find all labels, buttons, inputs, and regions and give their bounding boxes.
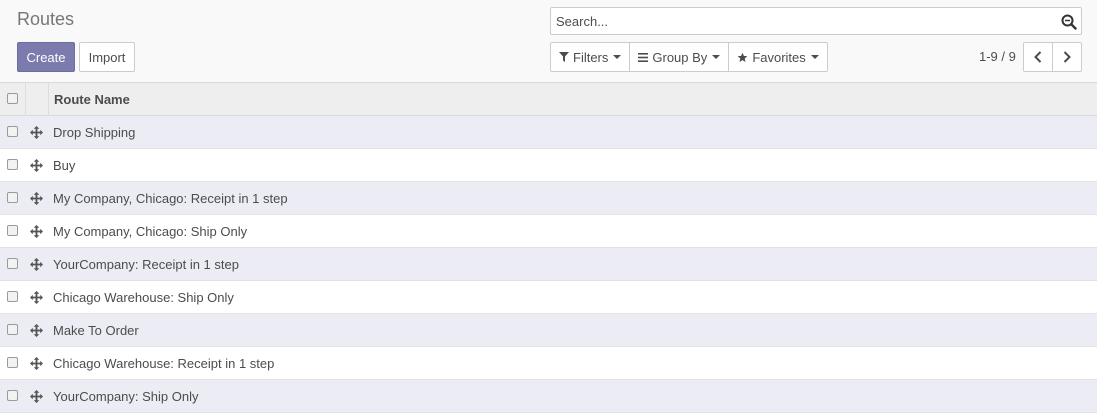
favorites-dropdown[interactable]: Favorites bbox=[728, 42, 828, 72]
route-name-cell: My Company, Chicago: Receipt in 1 step bbox=[53, 191, 288, 206]
table-row[interactable]: Chicago Warehouse: Ship Only bbox=[0, 281, 1097, 314]
search-icon[interactable] bbox=[1061, 14, 1077, 30]
route-name-cell: Drop Shipping bbox=[53, 125, 136, 140]
routes-list: Route Name Drop Shipping Buy My Company, C… bbox=[0, 82, 1097, 413]
handle-column-header bbox=[25, 83, 49, 116]
control-panel: Routes Create Import Filters Group By bbox=[0, 0, 1097, 82]
table-row[interactable]: YourCompany: Receipt in 1 step bbox=[0, 248, 1097, 281]
row-checkbox[interactable] bbox=[7, 126, 18, 137]
table-row[interactable]: Make To Order bbox=[0, 314, 1097, 347]
drag-handle-icon[interactable] bbox=[30, 159, 43, 172]
pager-next-button[interactable] bbox=[1052, 42, 1082, 72]
favorites-label: Favorites bbox=[752, 49, 806, 65]
filters-dropdown[interactable]: Filters bbox=[550, 42, 631, 72]
table-row[interactable]: YourCompany: Ship Only bbox=[0, 380, 1097, 413]
row-checkbox[interactable] bbox=[7, 258, 18, 269]
list-body: Drop Shipping Buy My Company, Chicago: Rec… bbox=[0, 116, 1097, 413]
route-name-column-header[interactable]: Route Name bbox=[54, 92, 130, 107]
pager-value[interactable]: 1-9 / 9 bbox=[979, 49, 1016, 64]
row-checkbox[interactable] bbox=[7, 324, 18, 335]
page-title: Routes bbox=[17, 9, 75, 29]
route-name-cell: Chicago Warehouse: Receipt in 1 step bbox=[53, 356, 275, 371]
table-row[interactable]: My Company, Chicago: Receipt in 1 step bbox=[0, 182, 1097, 215]
drag-handle-icon[interactable] bbox=[30, 258, 43, 271]
filters-label: Filters bbox=[573, 49, 609, 65]
drag-handle-icon[interactable] bbox=[30, 390, 43, 403]
drag-handle-icon[interactable] bbox=[30, 225, 43, 238]
search-box bbox=[550, 7, 1082, 35]
drag-handle-icon[interactable] bbox=[30, 324, 43, 337]
star-icon bbox=[738, 52, 748, 62]
route-name-cell: YourCompany: Receipt in 1 step bbox=[53, 257, 239, 272]
drag-handle-icon[interactable] bbox=[30, 126, 43, 139]
import-button[interactable]: Import bbox=[79, 42, 135, 72]
funnel-icon bbox=[559, 52, 569, 62]
drag-handle-icon[interactable] bbox=[30, 357, 43, 370]
caret-down-icon bbox=[712, 55, 721, 59]
route-name-cell: YourCompany: Ship Only bbox=[53, 389, 199, 404]
search-input[interactable] bbox=[551, 8, 1056, 34]
search-options: Filters Group By Favorites bbox=[550, 42, 828, 72]
caret-down-icon bbox=[613, 55, 622, 59]
drag-handle-icon[interactable] bbox=[30, 291, 43, 304]
drag-handle-icon[interactable] bbox=[30, 192, 43, 205]
table-row[interactable]: Buy bbox=[0, 149, 1097, 182]
route-name-cell: My Company, Chicago: Ship Only bbox=[53, 224, 248, 239]
list-header: Route Name bbox=[0, 83, 1097, 116]
row-checkbox[interactable] bbox=[7, 291, 18, 302]
row-checkbox[interactable] bbox=[7, 357, 18, 368]
table-row[interactable]: My Company, Chicago: Ship Only bbox=[0, 215, 1097, 248]
chevron-right-icon bbox=[1063, 51, 1071, 63]
row-checkbox[interactable] bbox=[7, 192, 18, 203]
select-all-checkbox[interactable] bbox=[7, 93, 18, 104]
route-name-cell: Chicago Warehouse: Ship Only bbox=[53, 290, 234, 305]
caret-down-icon bbox=[810, 55, 819, 59]
bars-icon bbox=[638, 52, 649, 62]
pager-previous-button[interactable] bbox=[1023, 42, 1053, 72]
chevron-left-icon bbox=[1034, 51, 1042, 63]
groupby-label: Group By bbox=[652, 49, 708, 65]
row-checkbox[interactable] bbox=[7, 159, 18, 170]
row-checkbox[interactable] bbox=[7, 390, 18, 401]
table-row[interactable]: Chicago Warehouse: Receipt in 1 step bbox=[0, 347, 1097, 380]
route-name-cell: Make To Order bbox=[53, 323, 139, 338]
create-button[interactable]: Create bbox=[17, 42, 75, 72]
table-row[interactable]: Drop Shipping bbox=[0, 116, 1097, 149]
route-name-cell: Buy bbox=[53, 158, 76, 173]
groupby-dropdown[interactable]: Group By bbox=[629, 42, 730, 72]
row-checkbox[interactable] bbox=[7, 225, 18, 236]
